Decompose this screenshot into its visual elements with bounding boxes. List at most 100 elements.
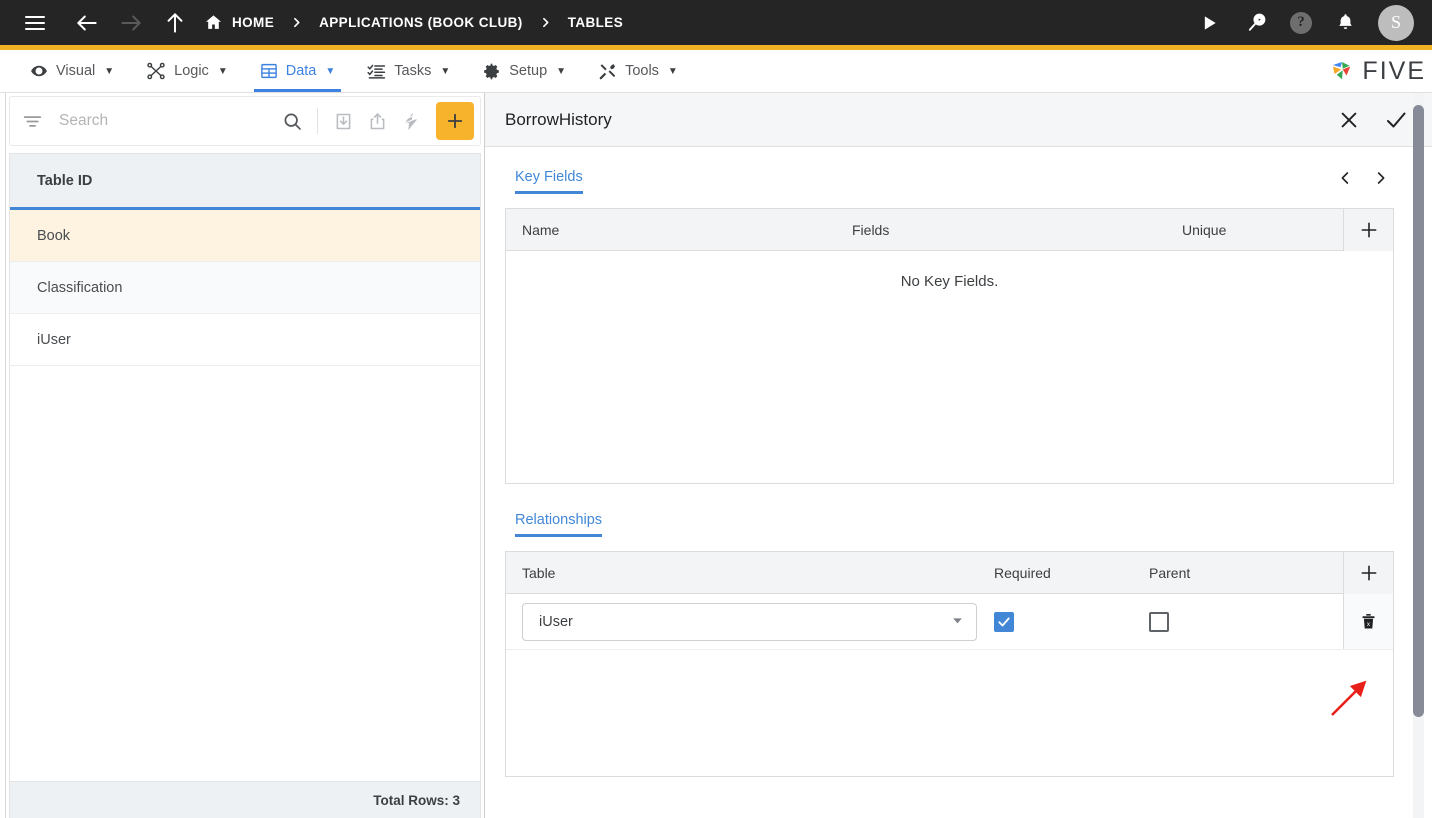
five-logo-mark-icon [1327,56,1357,86]
menu-label-tools: Tools [625,63,659,79]
panel-scrollbar-thumb[interactable] [1413,105,1424,717]
main-content: Table ID Book Classification iUser Total… [0,93,1432,818]
chevron-left-icon[interactable] [1338,169,1353,187]
panel-scrollbar-track[interactable] [1413,93,1424,818]
tables-list: Table ID Book Classification iUser [9,153,481,781]
menu-label-visual: Visual [56,63,96,79]
breadcrumb-label-home: HOME [232,15,275,30]
toolbar-divider [317,108,318,134]
tab-relationships-label: Relationships [515,512,603,528]
list-item-label: Classification [37,279,123,296]
menu-label-logic: Logic [174,63,209,79]
notification-bell-icon[interactable] [1330,8,1360,38]
close-icon[interactable] [1338,109,1360,131]
export-icon[interactable] [360,104,394,138]
relationship-table-select[interactable]: iUser [522,602,977,641]
menu-item-tools[interactable]: Tools ▼ [582,50,694,92]
list-item[interactable]: Book [10,210,480,262]
tab-key-fields-label: Key Fields [515,169,583,185]
delete-icon[interactable]: x [1343,594,1393,649]
topbar-actions: ? S [1194,4,1414,41]
breadcrumb-separator [290,14,303,31]
check-icon[interactable] [1384,108,1408,132]
table-row: iUser x [506,594,1393,650]
required-checkbox[interactable] [994,611,1014,632]
help-icon[interactable]: ? [1290,11,1312,34]
list-item-label: Book [37,227,71,244]
key-fields-add-button[interactable] [1343,208,1393,251]
column-header-fields[interactable]: Fields [836,222,1166,238]
search-icon[interactable] [275,104,309,138]
relationships-grid-header: Table Required Parent [506,551,1393,594]
tab-relationships[interactable]: Relationships [515,512,603,537]
key-fields-empty-state: No Key Fields. [506,251,1393,483]
up-arrow-icon[interactable] [160,8,190,38]
tables-list-panel: Table ID Book Classification iUser Total… [6,93,485,818]
back-arrow-icon[interactable] [72,8,102,38]
menu-item-setup[interactable]: Setup ▼ [466,50,582,92]
chevron-right-icon[interactable] [1373,169,1388,187]
parent-checkbox[interactable] [1149,611,1169,632]
home-icon [204,13,223,32]
search-input[interactable] [43,112,275,130]
top-navigation-bar: HOME APPLICATIONS (BOOK CLUB) TABLES ? S [0,0,1432,45]
key-fields-empty-message: No Key Fields. [900,273,999,290]
breadcrumb-item-applications[interactable]: APPLICATIONS (BOOK CLUB) [319,15,523,30]
chevron-down-icon: ▼ [440,65,451,77]
chevron-down-icon: ▼ [667,65,678,77]
column-header-table-id: Table ID [37,172,93,189]
list-item[interactable]: Classification [10,262,480,314]
column-header-table[interactable]: Table [506,565,986,581]
help-icon-label: ? [1297,14,1305,30]
list-item-label: iUser [37,331,71,348]
breadcrumb-item-home[interactable]: HOME [204,13,274,32]
table-grid-icon [260,62,278,80]
menu-label-data: Data [285,63,317,79]
column-header-required[interactable]: Required [986,565,1141,581]
list-item[interactable]: iUser [10,314,480,366]
five-logo: FIVE [1327,50,1432,92]
detail-panel-header: BorrowHistory [485,93,1432,147]
column-header-unique[interactable]: Unique [1166,222,1306,238]
add-table-button[interactable] [436,102,474,140]
search-run-icon[interactable] [1242,8,1272,38]
relationship-table-cell: iUser [506,602,986,641]
table-detail-panel: BorrowHistory Key Fields Name Fields Uni… [485,93,1432,818]
key-fields-grid-header: Name Fields Unique [506,208,1393,251]
hamburger-menu-icon[interactable] [20,8,50,38]
menu-item-tasks[interactable]: Tasks ▼ [351,50,466,92]
total-rows-status: Total Rows: 3 [9,781,481,818]
import-icon[interactable] [326,104,360,138]
tables-list-column-header[interactable]: Table ID [10,154,480,210]
menu-item-visual[interactable]: Visual ▼ [14,50,130,92]
detail-panel-actions [1338,108,1408,132]
run-icon[interactable] [1194,8,1224,38]
menu-label-setup: Setup [509,63,548,79]
breadcrumb-item-tables[interactable]: TABLES [568,15,623,30]
breadcrumb-separator [539,14,552,31]
menu-item-data[interactable]: Data ▼ [244,50,352,92]
gear-icon [482,62,501,81]
total-rows-label: Total Rows: 3 [373,792,460,808]
column-header-parent[interactable]: Parent [1141,565,1281,581]
tables-list-empty-space [10,366,480,781]
relationships-add-button[interactable] [1343,551,1393,594]
menu-item-logic[interactable]: Logic ▼ [130,50,244,92]
quick-action-icon [394,104,428,138]
avatar[interactable]: S [1378,4,1414,41]
chevron-down-icon: ▼ [217,65,228,77]
module-menu-bar: Visual ▼ Logic ▼ Data ▼ Tasks ▼ Setup ▼ … [0,50,1432,93]
column-header-name[interactable]: Name [506,222,836,238]
key-fields-section-header: Key Fields [505,147,1394,194]
relationship-required-cell [986,611,1141,632]
flow-icon [146,61,166,81]
relationships-grid-empty-space [506,650,1393,776]
detail-panel-body: Key Fields Name Fields Unique No Key Fie… [485,147,1432,818]
filter-icon[interactable] [22,111,43,132]
relationship-parent-cell [1141,611,1281,632]
relationship-table-value: iUser [539,613,573,630]
chevron-down-icon [951,614,964,630]
tab-key-fields[interactable]: Key Fields [515,169,583,194]
five-logo-text: FIVE [1362,56,1426,85]
eye-icon [30,62,48,80]
